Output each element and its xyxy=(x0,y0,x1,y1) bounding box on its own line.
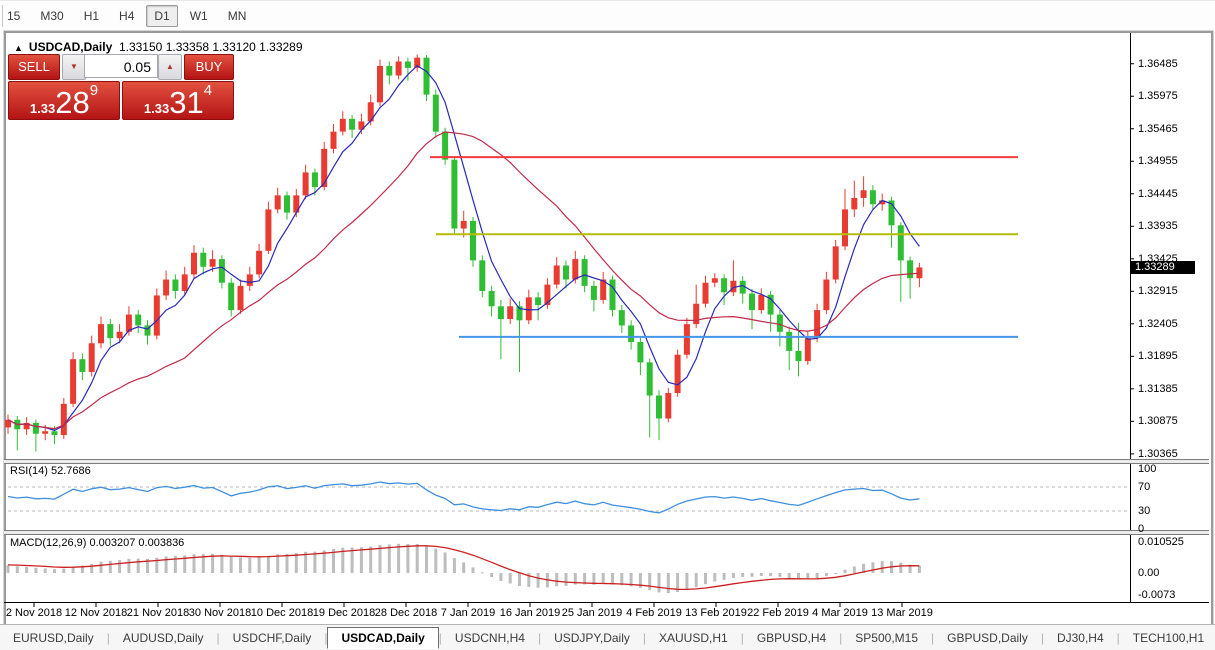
volume-decrease-button[interactable]: ▼ xyxy=(62,54,86,80)
price-axis-label: 1.36485 xyxy=(1138,58,1178,70)
sell-price-box[interactable]: 1.33289 xyxy=(8,81,120,120)
date-axis-label: 22 Feb 2019 xyxy=(747,607,809,619)
date-axis-label: 4 Mar 2019 xyxy=(812,607,868,619)
rsi-axis-label: 30 xyxy=(1138,505,1150,517)
pane-separator[interactable] xyxy=(4,459,1209,464)
collapse-panel-icon[interactable]: ▲ xyxy=(14,43,23,53)
chart-tab-usdcnh-h4[interactable]: USDCNH,H4 xyxy=(442,628,538,648)
buy-price-prefix: 1.33 xyxy=(144,101,169,116)
chart-tab-sp500-m15[interactable]: SP500,M15 xyxy=(842,628,931,648)
sell-price-pip: 9 xyxy=(90,82,98,99)
rsi-name: RSI(14) xyxy=(10,465,48,477)
sell-button[interactable]: SELL xyxy=(8,54,60,80)
ohlc-high: 1.33358 xyxy=(166,40,209,54)
macd-axis-label: 0.00 xyxy=(1138,567,1159,579)
chart-tab-dj30-h4[interactable]: DJ30,H4 xyxy=(1044,628,1117,648)
date-axis-label: 19 Dec 2018 xyxy=(313,607,375,619)
date-axis-label: 13 Mar 2019 xyxy=(871,607,933,619)
volume-stepper: ▼ 0.05 ▲ xyxy=(62,54,182,78)
date-axis-label: 4 Feb 2019 xyxy=(626,607,682,619)
date-axis-label: 10 Dec 2018 xyxy=(251,607,313,619)
pane-separator[interactable] xyxy=(4,530,1209,535)
price-axis-label: 1.30875 xyxy=(1138,415,1178,427)
macd-name: MACD(12,26,9) xyxy=(10,537,86,549)
chart-tab-gbpusd-daily[interactable]: GBPUSD,Daily xyxy=(934,628,1041,648)
rsi-axis-label: 100 xyxy=(1138,463,1156,475)
macd-axis-label: 0.010525 xyxy=(1138,536,1184,548)
symbol-ohlc-line: ▲ USDCAD,Daily 1.33150 1.33358 1.33120 1.… xyxy=(14,40,303,54)
price-axis-label: 1.32915 xyxy=(1138,285,1178,297)
date-axis-label: 7 Jan 2019 xyxy=(441,607,495,619)
macd-indicator-label: MACD(12,26,9) 0.003207 0.003836 xyxy=(10,537,184,549)
chart-tab-usdcad-daily[interactable]: USDCAD,Daily xyxy=(327,627,438,649)
price-axis-label: 1.30365 xyxy=(1138,448,1178,460)
rsi-axis-label: 70 xyxy=(1138,481,1150,493)
price-axis-label: 1.35975 xyxy=(1138,90,1178,102)
sell-price-big: 28 xyxy=(55,85,89,120)
chart-tab-usdjpy-daily[interactable]: USDJPY,Daily xyxy=(541,628,643,648)
price-axis-label: 1.31385 xyxy=(1138,383,1178,395)
ohlc-low: 1.33120 xyxy=(212,40,255,54)
date-axis-label: 30 Nov 2018 xyxy=(189,607,251,619)
chart-tab-bar: EURUSD,Daily|AUDUSD,Daily|USDCHF,Daily|U… xyxy=(0,624,1215,650)
date-axis-label: 25 Jan 2019 xyxy=(562,607,623,619)
price-axis-label: 1.33425 xyxy=(1138,253,1178,265)
date-axis-label: 13 Feb 2019 xyxy=(685,607,747,619)
chart-tab-audusd-daily[interactable]: AUDUSD,Daily xyxy=(110,628,217,648)
date-axis-label: 2 Nov 2018 xyxy=(6,607,62,619)
one-click-trade-panel: SELL ▼ 0.05 ▲ BUY 1.33289 1.33314 xyxy=(8,54,232,118)
macd-axis-label: -0.0073 xyxy=(1138,589,1175,601)
price-axis-label: 1.33935 xyxy=(1138,220,1178,232)
buy-price-box[interactable]: 1.33314 xyxy=(122,81,234,120)
price-axis-label: 1.31895 xyxy=(1138,350,1178,362)
buy-price-pip: 4 xyxy=(204,82,212,99)
ohlc-open: 1.33150 xyxy=(119,40,162,54)
rsi-indicator-label: RSI(14) 52.7686 xyxy=(10,465,91,477)
price-axis-border xyxy=(1130,33,1131,603)
chart-tab-xauusd-h1[interactable]: XAUUSD,H1 xyxy=(646,628,741,648)
price-axis-label: 1.34445 xyxy=(1138,188,1178,200)
price-axis-label: 1.32405 xyxy=(1138,318,1178,330)
volume-increase-button[interactable]: ▲ xyxy=(158,54,182,80)
macd-values: 0.003207 0.003836 xyxy=(89,537,184,549)
rsi-value: 52.7686 xyxy=(51,465,91,477)
buy-button[interactable]: BUY xyxy=(184,54,234,80)
price-axis-label: 1.34955 xyxy=(1138,155,1178,167)
date-axis-label: 12 Nov 2018 xyxy=(65,607,127,619)
buy-price-big: 31 xyxy=(169,85,203,120)
date-axis-label: 21 Nov 2018 xyxy=(127,607,189,619)
rsi-axis-label: 0 xyxy=(1138,523,1144,535)
price-axis-label: 1.35465 xyxy=(1138,123,1178,135)
chart-tab-eurusd-daily[interactable]: EURUSD,Daily xyxy=(0,628,107,648)
ohlc-close: 1.33289 xyxy=(259,40,302,54)
sell-price-prefix: 1.33 xyxy=(30,101,55,116)
chart-tab-usdchf-daily[interactable]: USDCHF,Daily xyxy=(220,628,325,648)
chart-tab-gbpusd-h4[interactable]: GBPUSD,H4 xyxy=(744,628,839,648)
volume-input[interactable]: 0.05 xyxy=(84,54,158,78)
date-axis-label: 16 Jan 2019 xyxy=(500,607,561,619)
date-axis-label: 28 Dec 2018 xyxy=(375,607,437,619)
chart-tab-tech100-h1[interactable]: TECH100,H1 xyxy=(1120,628,1215,648)
date-axis-border xyxy=(4,602,1209,603)
symbol-name: USDCAD,Daily xyxy=(29,40,112,54)
